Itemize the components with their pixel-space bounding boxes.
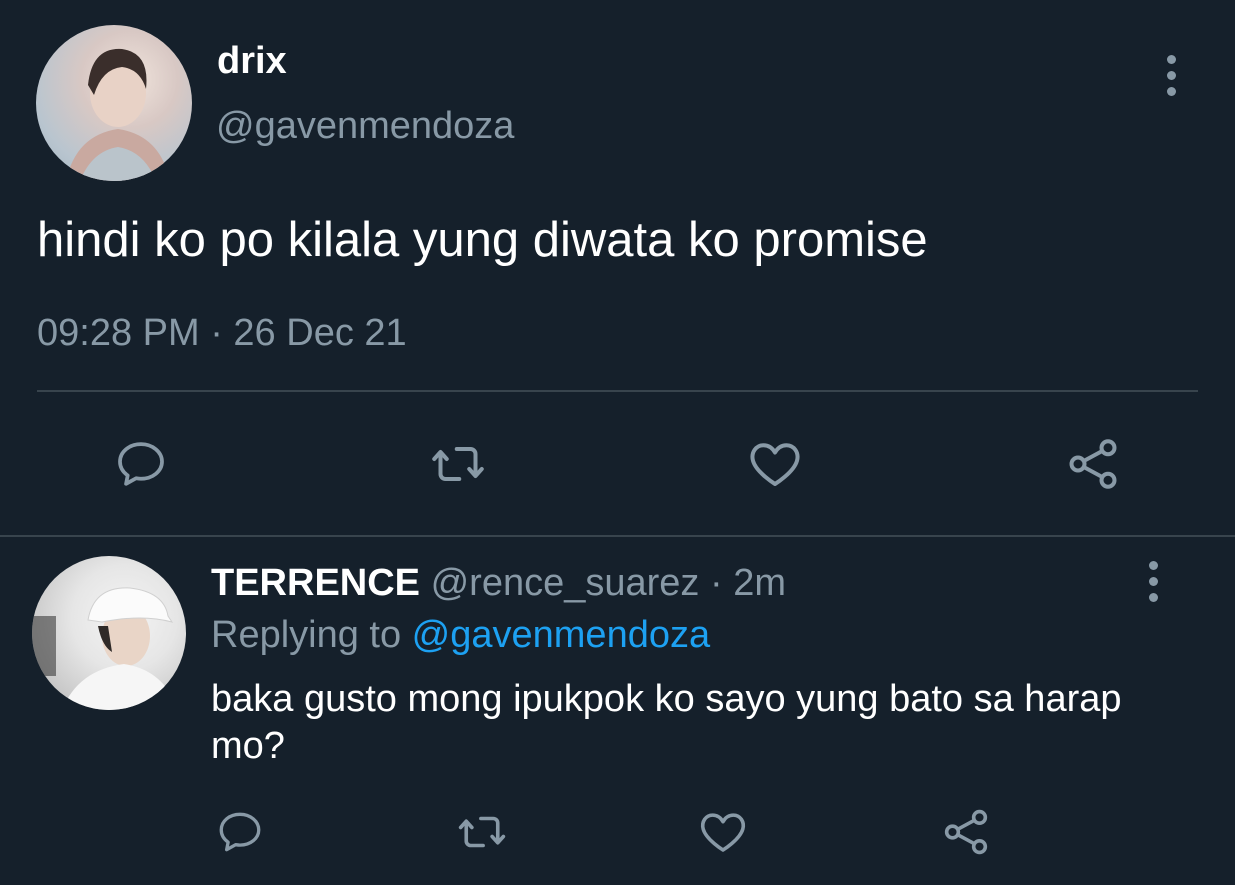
tweet-text: baka gusto mong ipukpok ko sayo yung bat…	[211, 678, 1122, 767]
retweet-icon	[432, 447, 484, 481]
reply-button[interactable]	[105, 428, 177, 500]
separator: ·	[699, 562, 734, 604]
share-icon	[1069, 439, 1117, 489]
retweet-button[interactable]	[422, 428, 494, 500]
dot-icon	[1148, 560, 1158, 570]
dot-icon	[1166, 54, 1176, 64]
retweet-button[interactable]	[450, 800, 514, 864]
more-options-button[interactable]	[1156, 45, 1186, 105]
divider	[37, 390, 1198, 392]
avatar[interactable]	[36, 25, 192, 181]
main-tweet: drix @gavenmendoza hindi ko po kilala yu…	[0, 0, 1235, 535]
reply-button[interactable]	[210, 800, 270, 864]
reply-icon	[118, 442, 164, 486]
user-handle[interactable]: @rence_suarez	[431, 562, 700, 604]
avatar-portrait-icon	[32, 587, 178, 710]
avatar-portrait-icon	[66, 48, 170, 181]
more-options-button[interactable]	[1138, 551, 1168, 611]
share-icon	[944, 809, 988, 855]
dot-icon	[1166, 70, 1176, 80]
dot-icon	[1166, 86, 1176, 96]
dot-icon	[1148, 592, 1158, 602]
relative-time[interactable]: 2m	[733, 562, 786, 604]
replying-to-label: Replying to	[211, 614, 412, 656]
user-handle[interactable]: @gavenmendoza	[216, 103, 514, 149]
tweet-timestamp[interactable]: 09:28 PM · 26 Dec 21	[37, 310, 407, 356]
heart-icon	[750, 443, 800, 486]
display-name[interactable]: drix	[217, 38, 287, 84]
dot-icon	[1148, 576, 1158, 586]
share-button[interactable]	[1057, 428, 1129, 500]
share-button[interactable]	[934, 800, 998, 864]
like-button[interactable]	[739, 428, 811, 500]
avatar[interactable]	[32, 556, 186, 710]
divider	[0, 535, 1235, 537]
reply-header: TERRENCE @rence_suarez · 2m	[211, 560, 786, 606]
display-name[interactable]: TERRENCE	[211, 562, 420, 604]
mention-link[interactable]: @gavenmendoza	[412, 614, 710, 656]
retweet-icon	[458, 816, 506, 848]
tweet-text: hindi ko po kilala yung diwata ko promis…	[37, 213, 928, 267]
heart-icon	[700, 813, 746, 852]
replying-to: Replying to @gavenmendoza	[211, 612, 710, 658]
like-button[interactable]	[691, 800, 755, 864]
reply-icon	[219, 812, 261, 852]
